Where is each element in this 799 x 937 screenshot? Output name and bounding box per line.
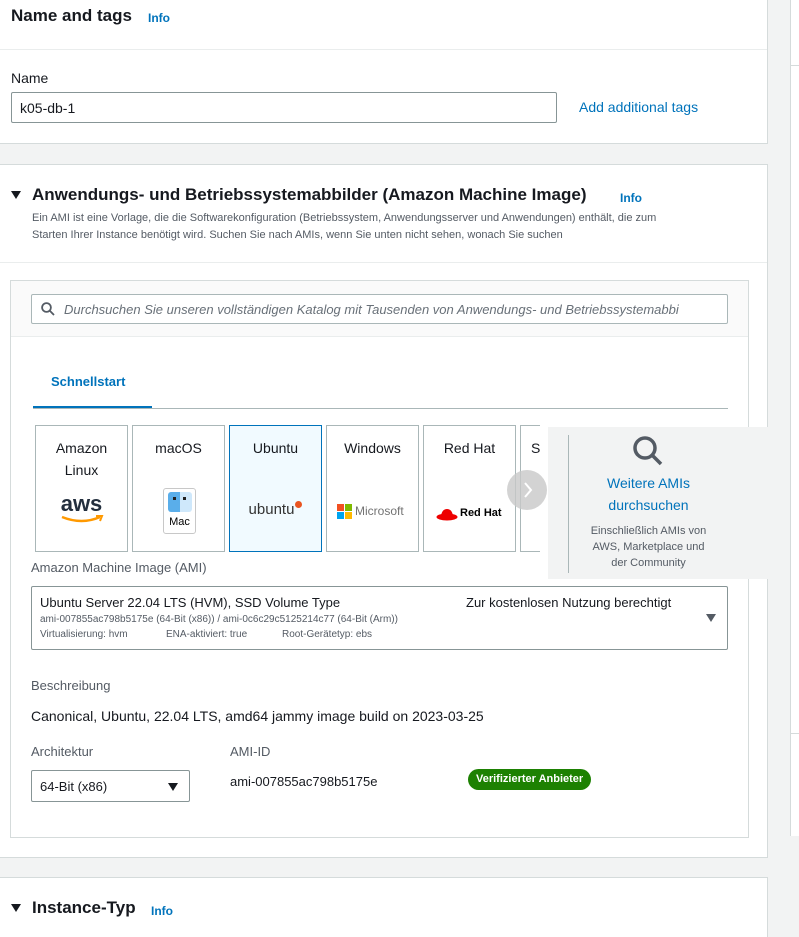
caret-down-icon[interactable] (11, 191, 21, 199)
mac-finder-icon: Mac (163, 488, 196, 534)
ami-panel: Anwendungs- und Betriebssystemabbilder (… (0, 164, 776, 858)
tile-red-hat[interactable]: Red Hat Red Hat (423, 425, 516, 552)
name-and-tags-panel: Name and tags Info Name k05-db-1 Add add… (0, 0, 768, 144)
browse-more-amis-link[interactable]: Weitere AMIs (569, 475, 728, 491)
tile-label: Amazon (55, 440, 108, 456)
architecture-select[interactable]: 64-Bit (x86) (31, 770, 190, 802)
name-input[interactable]: k05-db-1 (11, 92, 557, 123)
tile-amazon-linux[interactable]: Amazon Linux aws (35, 425, 128, 552)
browse-more-note-2: AWS, Marketplace und (592, 541, 705, 553)
caret-down-icon (706, 614, 716, 622)
caret-down-icon[interactable] (11, 904, 21, 912)
search-icon (41, 302, 55, 316)
name-field-label: Name (11, 70, 49, 86)
ami-description-line-1: Ein AMI ist eine Vorlage, die die Softwa… (32, 212, 657, 224)
tile-label: Ubuntu (252, 440, 299, 456)
tile-ubuntu[interactable]: Ubuntu ubuntu (229, 425, 322, 552)
ami-search-input[interactable]: Durchsuchen Sie unseren vollständigen Ka… (31, 294, 728, 324)
add-additional-tags-link[interactable]: Add additional tags (579, 99, 698, 115)
tile-windows[interactable]: Windows Microsoft (326, 425, 419, 552)
browse-more-note-3: der Community (611, 557, 686, 569)
right-side-panel (790, 0, 799, 836)
name-and-tags-title: Name and tags (11, 6, 132, 25)
tile-label: Red Hat (443, 440, 496, 456)
redhat-logo-icon: Red Hat (436, 506, 512, 524)
ami-select-dropdown[interactable]: Ubuntu Server 22.04 LTS (HVM), SSD Volum… (31, 586, 728, 650)
browse-more-amis-panel[interactable]: Weitere AMIs durchsuchen Einschließlich … (548, 427, 776, 579)
tabs-divider (33, 408, 728, 409)
ami-info-link[interactable]: Info (620, 191, 642, 205)
tile-label: Windows (344, 440, 401, 456)
chevron-right-icon (524, 482, 533, 498)
ami-name: Ubuntu Server 22.04 LTS (HVM), SSD Volum… (40, 595, 341, 610)
ami-select-label: Amazon Machine Image (AMI) (31, 560, 207, 575)
caret-down-icon (168, 783, 178, 791)
carousel-next-button[interactable] (507, 470, 547, 510)
right-side-divider (790, 65, 799, 66)
verified-provider-badge: Verifizierter Anbieter (468, 769, 592, 790)
description-label: Beschreibung (31, 678, 111, 693)
ami-description-line-2: Starten Ihrer Instance benötigt wird. Su… (32, 229, 563, 241)
browse-more-amis-link-2[interactable]: durchsuchen (569, 497, 728, 513)
tile-label: S (531, 440, 540, 456)
tab-schnellstart[interactable]: Schnellstart (51, 374, 125, 389)
ami-ids: ami-007855ac798b5175e (64-Bit (x86)) / a… (40, 614, 398, 625)
ami-root-device: Root-Gerätetyp: ebs (282, 629, 373, 640)
ami-virtualization: Virtualisierung: hvm (40, 629, 128, 640)
ami-ena: ENA-aktiviert: true (166, 629, 248, 640)
name-and-tags-header: Name and tags Info (0, 0, 767, 50)
ami-search-area: Durchsuchen Sie unseren vollständigen Ka… (11, 281, 748, 337)
tile-macos[interactable]: macOS Mac (132, 425, 225, 552)
description-value: Canonical, Ubuntu, 22.04 LTS, amd64 jamm… (31, 708, 484, 724)
architecture-label: Architektur (31, 744, 94, 759)
ami-panel-header: Anwendungs- und Betriebssystemabbilder (… (0, 165, 767, 263)
name-input-value: k05-db-1 (20, 100, 76, 116)
microsoft-logo-icon: Microsoft (337, 504, 417, 522)
instance-type-panel: Instance-Typ Info (0, 877, 768, 937)
ami-inner-card: Durchsuchen Sie unseren vollständigen Ka… (10, 280, 776, 838)
instance-type-title: Instance-Typ (32, 898, 136, 917)
aws-logo-icon: aws (36, 491, 127, 523)
architecture-value: 64-Bit (x86) (40, 779, 108, 794)
tile-label: macOS (155, 440, 202, 456)
browse-more-note-1: Einschließlich AMIs von (590, 525, 707, 537)
right-side-divider (790, 733, 799, 734)
tile-label-2: Linux (64, 462, 99, 478)
ami-id-value: ami-007855ac798b5175e (230, 774, 378, 789)
ami-id-label: AMI-ID (230, 744, 271, 759)
ubuntu-logo-icon: ubuntu (230, 501, 321, 518)
ami-search-placeholder: Durchsuchen Sie unseren vollständigen Ka… (64, 302, 679, 317)
instance-type-info-link[interactable]: Info (151, 904, 173, 918)
name-and-tags-info-link[interactable]: Info (148, 11, 170, 25)
magnifier-icon (633, 436, 663, 466)
ami-section-title: Anwendungs- und Betriebssystemabbilder (… (32, 185, 587, 204)
ami-free-tier-label: Zur kostenlosen Nutzung berechtigt (466, 595, 672, 610)
